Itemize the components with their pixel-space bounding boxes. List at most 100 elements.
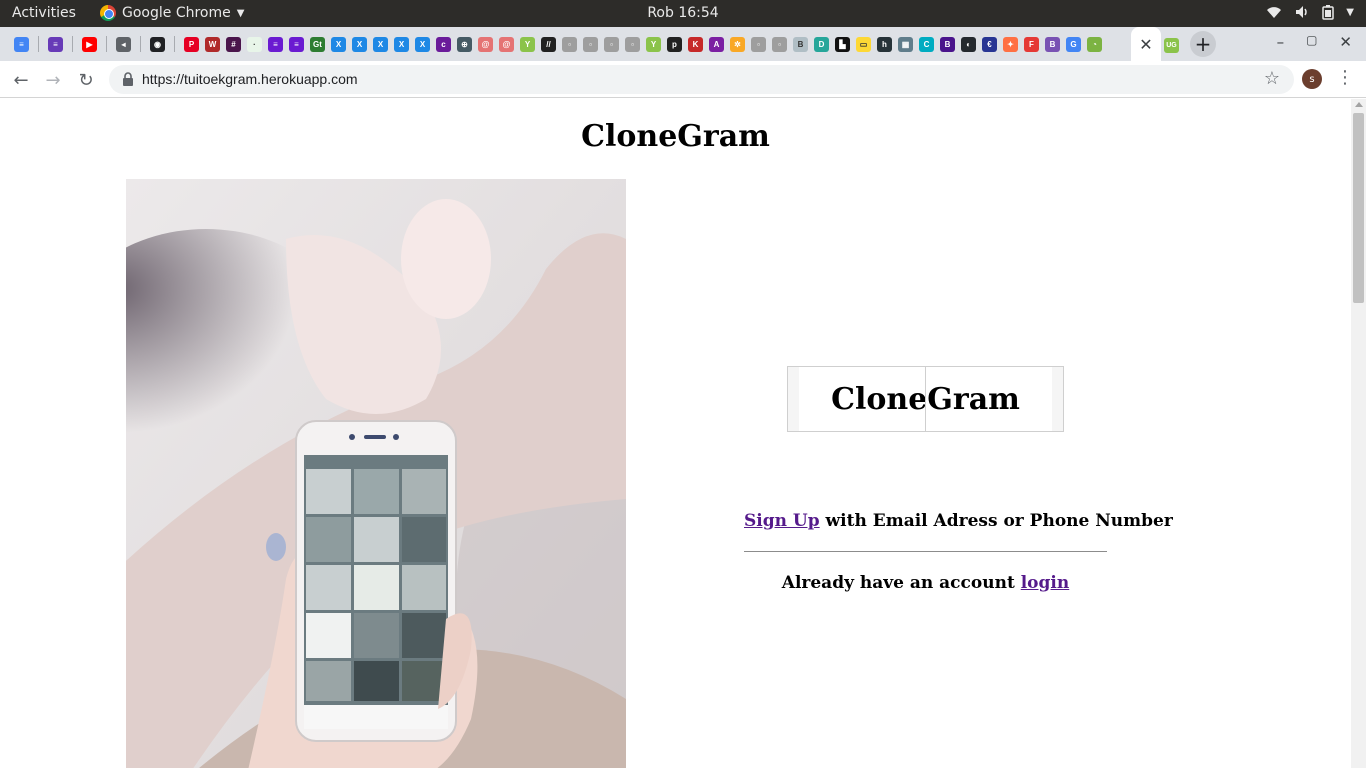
page-scrollbar[interactable] [1351, 99, 1366, 768]
new-tab-button[interactable]: + [1190, 31, 1216, 57]
x-favicon: X [394, 36, 409, 52]
page-viewport: CloneGram CloneGram Sign Up with Email A… [0, 99, 1351, 768]
tab-separator [140, 36, 141, 52]
tab-tree[interactable]: Y [518, 34, 537, 54]
tab-audio[interactable]: ◂ [114, 34, 133, 54]
profile-avatar[interactable]: s [1302, 69, 1322, 89]
signup-link[interactable]: Sign Up [744, 511, 820, 531]
tab-h[interactable]: h [875, 34, 894, 54]
tab-page[interactable]: ▫ [560, 34, 579, 54]
tab-google-docs[interactable]: ≡ [12, 34, 31, 54]
tree-favicon: Y [520, 36, 535, 52]
tab-list[interactable]: ≡ [287, 34, 306, 54]
battery-icon [1322, 5, 1335, 20]
phone-in-hand-illustration [126, 179, 626, 768]
record-favicon: ◉ [150, 36, 165, 52]
page-favicon: ▫ [625, 36, 640, 52]
tab-swirl[interactable]: @ [497, 34, 516, 54]
tab-page[interactable]: ▫ [602, 34, 621, 54]
tab-x[interactable]: X [329, 34, 348, 54]
tab-google[interactable]: G [1064, 34, 1083, 54]
tab-swirl[interactable]: @ [476, 34, 495, 54]
tab-slack[interactable]: # [224, 34, 243, 54]
lock-icon[interactable] [121, 72, 135, 86]
c-favicon: C [919, 36, 934, 52]
tab-b[interactable]: B [791, 34, 810, 54]
tab-page[interactable]: ▫ [749, 34, 768, 54]
tab-c[interactable]: C [917, 34, 936, 54]
tab-b[interactable]: B [938, 34, 957, 54]
tab-tree[interactable]: Y [644, 34, 663, 54]
url-text[interactable]: https://tuitoekgram.herokuapp.com [142, 71, 358, 87]
tab-colorlib[interactable]: c [434, 34, 453, 54]
tab-yellow[interactable]: ▭ [854, 34, 873, 54]
tab-ink[interactable]: // [539, 34, 558, 54]
ug-favicon: UG [1164, 37, 1179, 53]
tab-bootstrap[interactable]: B [1043, 34, 1062, 54]
tab-grid[interactable]: ▦ [896, 34, 915, 54]
chrome-menu-button[interactable]: ⋮ [1336, 67, 1354, 88]
tab-x[interactable]: X [350, 34, 369, 54]
bulb-favicon: · [247, 36, 262, 52]
tab-x[interactable]: X [392, 34, 411, 54]
tab-bulb[interactable]: · [245, 34, 264, 54]
pinwheel-favicon: ✦ [1003, 36, 1018, 52]
close-tab-icon[interactable]: ✕ [1139, 35, 1152, 54]
b-favicon: B [793, 36, 808, 52]
tab-github[interactable]: ◐ [959, 34, 978, 54]
tab-pinterest[interactable]: P [182, 34, 201, 54]
tab-page[interactable]: ▫ [623, 34, 642, 54]
h-favicon: h [877, 36, 892, 52]
globe-favicon: ⊕ [457, 36, 472, 52]
forward-button[interactable]: → [40, 67, 66, 93]
tab-page[interactable]: ▫ [581, 34, 600, 54]
tab-kt[interactable]: K [686, 34, 705, 54]
tab-google-forms[interactable]: ≡ [46, 34, 65, 54]
reload-button[interactable]: ↻ [73, 67, 99, 93]
tab-e[interactable]: € [980, 34, 999, 54]
scroll-thumb[interactable] [1353, 113, 1364, 303]
tab-black[interactable]: ▙ [833, 34, 852, 54]
browser-toolbar: ← → ↻ https://tuitoekgram.herokuapp.com … [0, 61, 1366, 98]
tab-ask[interactable]: A [707, 34, 726, 54]
x-favicon: X [373, 36, 388, 52]
grid-favicon: ▦ [898, 36, 913, 52]
tab-gt[interactable]: Gt [308, 34, 327, 54]
close-window-button[interactable]: ✕ [1339, 33, 1352, 51]
google-docs-favicon: ≡ [14, 36, 29, 52]
page-favicon: ▫ [751, 36, 766, 52]
activities-button[interactable]: Activities [12, 5, 76, 21]
tab-gear[interactable]: ✲ [728, 34, 747, 54]
tab-page[interactable]: ▫ [770, 34, 789, 54]
pinterest-favicon: P [184, 36, 199, 52]
tab-list[interactable]: ≡ [266, 34, 285, 54]
login-line: Already have an account login [744, 573, 1107, 593]
system-tray[interactable]: ▼ [1266, 4, 1354, 20]
tab-record[interactable]: ◉ [148, 34, 167, 54]
tab-youtube[interactable]: ▶ [80, 34, 99, 54]
active-tab[interactable]: ✕ [1131, 27, 1161, 61]
auth-panel: CloneGram Sign Up with Email Adress or P… [744, 99, 1173, 768]
bookmark-star-icon[interactable]: ☆ [1264, 68, 1280, 89]
tab-x[interactable]: X [371, 34, 390, 54]
minimize-button[interactable]: – [1277, 33, 1285, 51]
tab-circle[interactable]: p [665, 34, 684, 54]
tab-f[interactable]: F [1022, 34, 1041, 54]
tab-leaf[interactable]: ◔ [1085, 34, 1104, 54]
wifi-icon [1267, 7, 1282, 18]
tab-wordpress[interactable]: W [203, 34, 222, 54]
back-button[interactable]: ← [8, 67, 34, 93]
scroll-up-arrow-icon[interactable] [1355, 102, 1363, 107]
app-menu[interactable]: Google Chrome ▼ [100, 5, 244, 21]
address-bar[interactable]: https://tuitoekgram.herokuapp.com ☆ [109, 65, 1294, 94]
maximize-button[interactable]: ▢ [1306, 33, 1317, 51]
login-link[interactable]: login [1021, 573, 1070, 593]
leaf-favicon: ◔ [1087, 36, 1102, 52]
tab-d[interactable]: D [812, 34, 831, 54]
tab-ug[interactable]: UG [1162, 35, 1181, 55]
chrome-icon [100, 5, 116, 21]
tab-globe[interactable]: ⊕ [455, 34, 474, 54]
page-title: CloneGram [581, 119, 770, 154]
tab-pinwheel[interactable]: ✦ [1001, 34, 1020, 54]
tab-x[interactable]: X [413, 34, 432, 54]
